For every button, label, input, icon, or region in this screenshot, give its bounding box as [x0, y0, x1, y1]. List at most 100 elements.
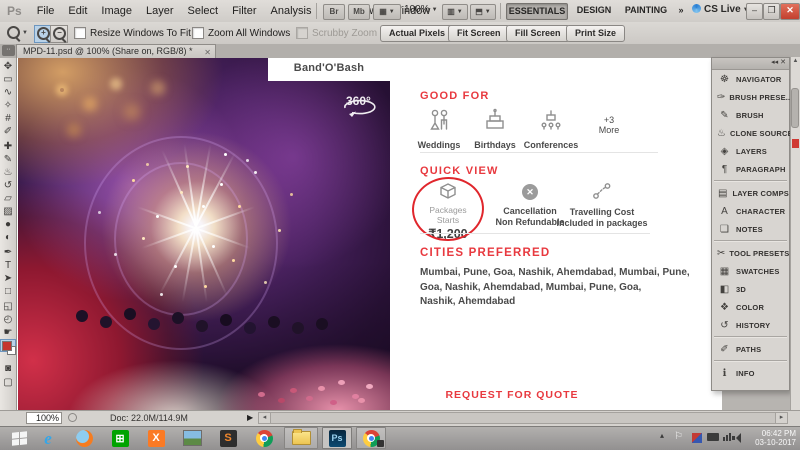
zoom-out-toggle[interactable]: − [50, 25, 68, 43]
start-button[interactable] [3, 427, 35, 449]
quick-selection-tool[interactable]: ✧ [0, 99, 16, 112]
status-zoom-field[interactable]: 100% [26, 412, 62, 424]
tray-expand-icon[interactable]: ▴ [660, 431, 664, 440]
print-size-button[interactable]: Print Size [566, 25, 625, 42]
scroll-right-arrow[interactable]: ▸ [775, 413, 787, 423]
arrange-documents-button[interactable]: ▦▼ [373, 4, 401, 20]
panel-paths[interactable]: ✐PATHS [712, 340, 789, 358]
move-tool[interactable]: ✥ [0, 60, 16, 73]
screen-mode-toggle[interactable]: ▢ [0, 376, 16, 389]
workspace-tab-design[interactable]: DESIGN [572, 3, 616, 18]
tool-preset-arrow-icon[interactable]: ▼ [22, 30, 28, 36]
panel-layer-comps[interactable]: ▤LAYER COMPS [712, 184, 789, 202]
panel-layers[interactable]: ◈LAYERS [712, 142, 789, 160]
taskbar-file-explorer[interactable] [284, 427, 318, 449]
foreground-color-swatch[interactable] [2, 341, 12, 351]
menu-edit[interactable]: Edit [61, 1, 94, 22]
volume-icon[interactable] [736, 433, 741, 443]
workspace-tab-painting[interactable]: PAINTING [620, 3, 672, 18]
dodge-tool[interactable]: ◐ [0, 231, 16, 244]
pen-tool[interactable]: ✒ [0, 246, 16, 259]
menu-select[interactable]: Select [181, 1, 226, 22]
tray-app-icon[interactable] [692, 433, 702, 443]
view-extras-button[interactable]: ▥▼ [442, 4, 468, 20]
panel-3d[interactable]: ◧3D [712, 280, 789, 298]
panel-paragraph[interactable]: ¶PARAGRAPH [712, 160, 789, 178]
panel-character[interactable]: ACHARACTER [712, 202, 789, 220]
canvas-page[interactable]: 360° Band'O'Bash GOOD FOR Weddings Birth… [17, 58, 722, 410]
panel-brush-presets[interactable]: ✑BRUSH PRESE... [712, 88, 789, 106]
hand-tool[interactable]: ☛ [0, 326, 16, 339]
panel-tool-presets[interactable]: ✂TOOL PRESETS [712, 244, 789, 262]
cs-live-button[interactable]: CS Live▼ [692, 4, 749, 15]
fit-screen-button[interactable]: Fit Screen [448, 25, 510, 42]
screen-mode-button[interactable]: ⬒▼ [470, 4, 496, 20]
eyedropper-tool[interactable]: ✐ [0, 125, 16, 138]
taskbar-firefox[interactable] [70, 427, 98, 449]
taskbar-chrome-app[interactable] [356, 427, 386, 449]
vertical-scroll-thumb[interactable] [791, 88, 799, 128]
collapse-panels-chip[interactable]: ·· [2, 45, 15, 56]
network-signal-icon[interactable] [723, 433, 731, 441]
menu-filter[interactable]: Filter [225, 1, 263, 22]
gradient-tool[interactable]: ▨ [0, 205, 16, 218]
status-menu-arrow[interactable]: ▶ [247, 413, 253, 422]
panel-color[interactable]: ❖COLOR [712, 298, 789, 316]
path-selection-tool[interactable]: ➤ [0, 272, 16, 285]
panel-brush[interactable]: ✎BRUSH [712, 106, 789, 124]
minimize-button[interactable]: – [746, 3, 763, 20]
taskbar-chrome[interactable] [250, 427, 278, 449]
workspace-overflow-button[interactable]: » [674, 3, 688, 18]
resize-windows-checkbox[interactable]: Resize Windows To Fit [74, 27, 191, 39]
shape-tool[interactable]: □ [0, 285, 16, 298]
panel-swatches[interactable]: ▦SWATCHES [712, 262, 789, 280]
pc-status-icon[interactable] [707, 433, 719, 441]
feature-more[interactable]: +3 More [589, 112, 629, 135]
eraser-tool[interactable]: ▱ [0, 192, 16, 205]
panel-info[interactable]: ℹINFO [712, 364, 789, 382]
mini-bridge-button[interactable]: Mb [348, 4, 370, 20]
workspace-tab-essentials[interactable]: ESSENTIALS [506, 3, 568, 20]
lasso-tool[interactable]: ∿ [0, 86, 16, 99]
actual-pixels-button[interactable]: Actual Pixels [380, 25, 454, 42]
type-tool[interactable]: T [0, 259, 16, 272]
menu-image[interactable]: Image [94, 1, 139, 22]
taskbar-photoshop[interactable]: Ps [322, 427, 352, 449]
crop-tool[interactable]: # [0, 112, 16, 125]
zoom-all-windows-checkbox[interactable]: Zoom All Windows [192, 27, 290, 39]
history-brush-tool[interactable]: ↺ [0, 179, 16, 192]
taskbar-clock[interactable]: 06:42 PM 03-10-2017 [742, 429, 796, 447]
wedding-photo[interactable]: 360° [18, 58, 390, 410]
horizontal-scrollbar[interactable]: ◂ ▸ [258, 412, 788, 424]
restore-button[interactable]: ❐ [763, 3, 780, 20]
scroll-left-arrow[interactable]: ◂ [259, 413, 271, 423]
3d-orbit-tool[interactable]: ◴ [0, 313, 16, 326]
fill-screen-button[interactable]: Fill Screen [506, 25, 570, 42]
panel-clone-source[interactable]: ♨CLONE SOURCE [712, 124, 789, 142]
brush-tool[interactable]: ✎ [0, 153, 16, 166]
taskbar-photos[interactable] [178, 427, 206, 449]
3d-rotate-tool[interactable]: ◱ [0, 300, 16, 313]
blur-tool[interactable]: ● [0, 218, 16, 231]
taskbar-internet-explorer[interactable]: e [34, 427, 62, 449]
menu-layer[interactable]: Layer [139, 1, 181, 22]
taskbar-windows-store[interactable]: ⊞ [106, 427, 134, 449]
close-button[interactable]: ✕ [780, 3, 800, 20]
clone-stamp-tool[interactable]: ♨ [0, 166, 16, 179]
panel-notes[interactable]: ❏NOTES [712, 220, 789, 238]
menu-analysis[interactable]: Analysis [264, 1, 319, 22]
dock-header[interactable]: ◂◂ ✕ [712, 58, 789, 70]
taskbar-xampp[interactable]: X [142, 427, 170, 449]
document-tab[interactable]: MPD-11.psd @ 100% (Share on, RGB/8) *✕ [16, 44, 216, 58]
menu-file[interactable]: File [30, 1, 62, 22]
panel-navigator[interactable]: ☸NAVIGATOR [712, 70, 789, 88]
healing-brush-tool[interactable]: ✚ [0, 140, 16, 153]
action-center-flag-icon[interactable]: ⚐ [674, 431, 683, 442]
panel-history[interactable]: ↺HISTORY [712, 316, 789, 334]
zoom-level-select[interactable]: 100%▼ [404, 4, 438, 15]
marquee-tool[interactable]: ▭ [0, 73, 16, 86]
quick-mask-button[interactable]: ◙ [0, 362, 16, 375]
bridge-button[interactable]: Br [323, 4, 345, 20]
taskbar-sublime[interactable]: S [214, 427, 242, 449]
scroll-up-arrow[interactable]: ▲ [791, 57, 800, 66]
